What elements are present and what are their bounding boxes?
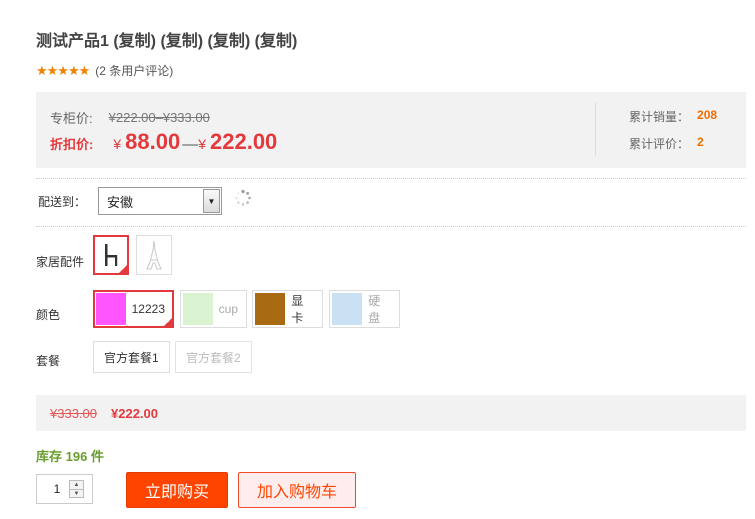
summary-original-price: ¥333.00	[50, 405, 97, 421]
star-rating-icon: ★★★★★	[36, 62, 90, 78]
price-panel: 专柜价: ¥222.00–¥333.00 折扣价: ¥ 88.00 — ¥ 22…	[36, 92, 746, 168]
region-select-value: 安徽	[107, 194, 134, 210]
dropdown-arrow-icon[interactable]: ▼	[203, 189, 220, 213]
price-panel-divider	[595, 102, 596, 156]
total-sales-label: 累计销量：	[629, 110, 690, 124]
total-sales: 累计销量： 208	[629, 108, 717, 125]
color-option-label: cup	[218, 302, 238, 316]
divider-dotted-2	[36, 226, 746, 227]
quantity-input[interactable]: 1	[37, 482, 69, 496]
counter-price-value: ¥222.00–¥333.00	[108, 110, 210, 125]
buy-now-button[interactable]: 立即购买	[126, 472, 228, 508]
add-to-cart-button[interactable]: 加入购物车	[238, 472, 356, 508]
selected-check-icon	[162, 316, 174, 328]
discount-price-low: 88.00	[125, 129, 181, 154]
yen-symbol-2: ¥	[198, 136, 206, 152]
product-title: 测试产品1 (复制) (复制) (复制) (复制)	[36, 33, 298, 50]
total-reviews: 累计评价： 2	[629, 135, 704, 152]
total-reviews-label: 累计评价：	[629, 137, 690, 151]
total-reviews-value[interactable]: 2	[697, 135, 704, 152]
discount-price-high: 222.00	[210, 129, 278, 154]
attr-label-furniture: 家居配件	[36, 255, 85, 269]
furniture-option-chair[interactable]	[93, 235, 129, 275]
color-swatch	[332, 293, 363, 325]
attr-label-package: 套餐	[36, 354, 61, 368]
package-option-1[interactable]: 官方套餐1	[93, 341, 170, 373]
color-option-label: 12223	[131, 302, 165, 316]
rating-row: ★★★★★ (2 条用户评论)	[36, 62, 173, 79]
quantity-spin-buttons[interactable]: ▲ ▼	[69, 480, 84, 498]
price-range-dash: —	[182, 136, 199, 153]
discount-price-label: 折扣价:	[50, 137, 94, 152]
attr-label-color: 颜色	[36, 308, 61, 322]
counter-price-label: 专柜价:	[50, 111, 93, 126]
color-option-label: 硬盘	[368, 294, 381, 325]
total-sales-value: 208	[697, 108, 718, 122]
color-option-harddisk[interactable]: 硬盘	[329, 290, 400, 328]
color-option-12223[interactable]: 12223	[93, 290, 174, 328]
tower-icon	[146, 240, 162, 270]
selected-check-icon	[117, 263, 129, 275]
quantity-stepper[interactable]: 1 ▲ ▼	[36, 474, 93, 504]
yen-symbol: ¥	[113, 136, 122, 152]
counter-price-row: 专柜价: ¥222.00–¥333.00	[50, 108, 210, 127]
color-swatch	[255, 293, 286, 325]
furniture-option-tower[interactable]	[136, 235, 172, 275]
color-option-gpu[interactable]: 显卡	[252, 290, 323, 328]
color-swatch	[96, 293, 126, 325]
review-count-link[interactable]: (2 条用户评论)	[95, 62, 173, 79]
discount-price-row: 折扣价: ¥ 88.00 — ¥ 222.00	[50, 129, 277, 155]
selected-price-summary: ¥333.00 ¥222.00	[36, 395, 746, 431]
summary-current-price: ¥222.00	[111, 405, 158, 421]
stock-count: 库存 196 件	[36, 449, 104, 464]
loading-spinner-icon	[235, 189, 251, 206]
color-option-cup[interactable]: cup	[180, 290, 247, 328]
delivery-label: 配送到：	[38, 195, 87, 209]
decrement-arrow-icon[interactable]: ▼	[70, 489, 83, 498]
color-option-label: 显卡	[291, 294, 304, 325]
package-option-2[interactable]: 官方套餐2	[175, 341, 252, 373]
region-select[interactable]: 安徽 ▼	[98, 187, 222, 215]
increment-arrow-icon[interactable]: ▲	[70, 481, 83, 489]
color-swatch	[183, 293, 213, 325]
divider-dotted	[36, 178, 746, 179]
